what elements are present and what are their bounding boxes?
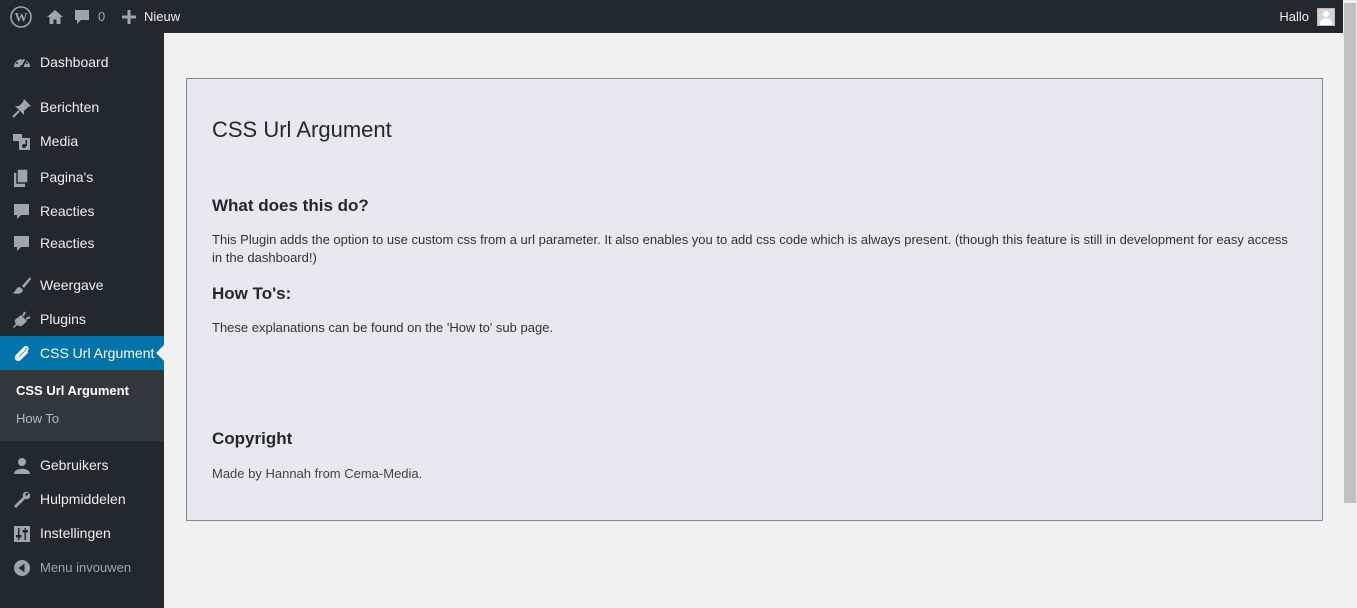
sidebar-item-label: Reacties — [40, 235, 95, 251]
brush-icon — [12, 276, 32, 296]
section-text-description: This Plugin adds the option to use custo… — [212, 232, 1288, 265]
sidebar-item-label: Pagina's — [40, 169, 94, 185]
home-icon — [46, 9, 64, 25]
avatar-icon — [1317, 7, 1335, 26]
sidebar-item-label: Berichten — [40, 99, 100, 115]
sidebar-item-reacties-2[interactable]: Reacties — [0, 226, 164, 260]
sidebar-item-label: Reacties — [40, 203, 95, 219]
user-account-button[interactable]: Hallo — [1279, 0, 1335, 33]
sidebar-item-reacties[interactable]: Reacties — [0, 194, 164, 228]
wordpress-logo-button[interactable]: W — [10, 0, 32, 33]
pin-icon — [12, 98, 32, 118]
sidebar-item-weergave[interactable]: Weergave — [0, 268, 164, 302]
section-text-how-tos: These explanations can be found on the '… — [212, 320, 554, 335]
section-heading-copyright: Copyright — [212, 429, 293, 448]
wordpress-logo-icon: W — [10, 5, 32, 28]
page-scrollbar-thumb[interactable] — [1344, 3, 1356, 503]
submenu-item-how-to[interactable]: How To — [16, 411, 59, 426]
sidebar-item-label: Hulpmiddelen — [40, 491, 126, 507]
sidebar-item-hulpmiddelen[interactable]: Hulpmiddelen — [0, 482, 164, 516]
section-text-copyright: Made by Hannah from Cema-Media. — [212, 466, 423, 481]
sidebar-item-label: Weergave — [40, 277, 104, 293]
sidebar-item-label: Menu invouwen — [40, 559, 132, 575]
user-icon — [12, 456, 32, 476]
home-button[interactable] — [46, 0, 64, 33]
sidebar-item-berichten[interactable]: Berichten — [0, 90, 164, 124]
dashboard-icon — [12, 53, 32, 73]
submenu-css-url-argument: CSS Url Argument How To — [0, 370, 164, 441]
new-content-button[interactable]: Nieuw — [122, 0, 180, 33]
sidebar-item-css-url-argument[interactable]: CSS Url Argument — [0, 336, 164, 370]
admin-bar: W 0 Nieuw Hallo — [0, 0, 1357, 33]
sidebar-item-label: Media — [40, 133, 79, 149]
sidebar-item-instellingen[interactable]: Instellingen — [0, 516, 164, 550]
sidebar-item-label: Gebruikers — [40, 457, 109, 473]
sidebar-item-gebruikers[interactable]: Gebruikers — [0, 448, 164, 482]
comment-icon — [12, 234, 32, 254]
sidebar-item-label: CSS Url Argument — [40, 345, 155, 361]
admin-sidebar: Dashboard Berichten Media Pagina's React… — [0, 33, 164, 608]
section-heading-how-tos: How To's: — [212, 284, 292, 303]
page-title: CSS Url Argument — [212, 117, 392, 142]
plugin-info-panel: CSS Url Argument What does this do? This… — [186, 78, 1323, 521]
wrench-icon — [12, 490, 32, 510]
settings-icon — [12, 524, 32, 544]
sidebar-item-label: Dashboard — [40, 54, 109, 70]
section-heading-what-does-this-do: What does this do? — [212, 196, 369, 215]
collapse-icon — [12, 558, 32, 578]
sidebar-item-dashboard[interactable]: Dashboard — [0, 45, 164, 79]
comments-button[interactable]: 0 — [74, 0, 105, 33]
media-icon — [12, 132, 32, 152]
comment-icon — [74, 9, 90, 25]
paperclip-icon — [12, 344, 32, 364]
new-label: Nieuw — [144, 9, 181, 24]
sidebar-item-plugins[interactable]: Plugins — [0, 302, 164, 336]
comment-icon — [12, 202, 32, 222]
submenu-item-css-url-argument[interactable]: CSS Url Argument — [16, 383, 129, 398]
plugin-icon — [12, 310, 32, 330]
sidebar-item-label: Plugins — [40, 311, 86, 327]
collapse-menu-button[interactable]: Menu invouwen — [0, 550, 164, 584]
svg-text:W: W — [15, 9, 28, 24]
sidebar-item-paginas[interactable]: Pagina's — [0, 160, 164, 194]
sidebar-item-media[interactable]: Media — [0, 124, 164, 158]
plus-icon — [122, 9, 136, 24]
comments-count: 0 — [98, 9, 106, 24]
sidebar-item-label: Instellingen — [40, 525, 111, 541]
hello-label: Hallo — [1279, 9, 1309, 24]
pages-icon — [12, 168, 32, 188]
